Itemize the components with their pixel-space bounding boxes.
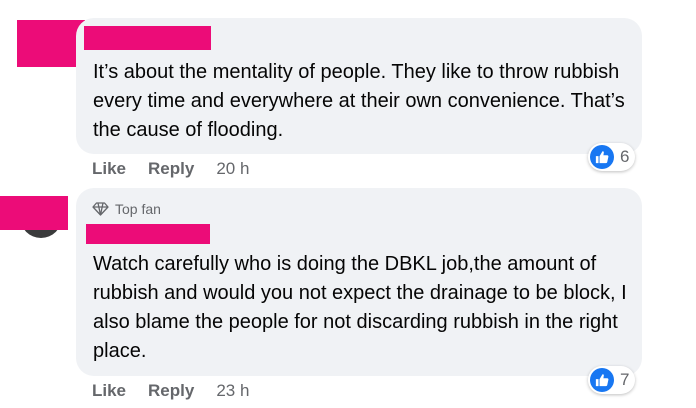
thumbs-up-icon — [590, 368, 614, 392]
comment-actions: Like Reply 23 h — [92, 381, 249, 401]
comment-timestamp[interactable]: 20 h — [216, 159, 249, 179]
redacted-avatar-overlay — [0, 196, 68, 230]
like-button[interactable]: Like — [92, 381, 126, 401]
reply-button[interactable]: Reply — [148, 159, 194, 179]
reaction-summary[interactable]: 6 — [588, 143, 636, 171]
comment-actions: Like Reply 20 h — [92, 159, 249, 179]
comment-timestamp[interactable]: 23 h — [216, 381, 249, 401]
reaction-summary[interactable]: 7 — [588, 366, 636, 394]
redacted-author-name — [86, 224, 210, 244]
top-fan-label: Top fan — [115, 201, 161, 217]
comment-bubble: Top fan Watch carefully who is doing the… — [76, 188, 642, 376]
thumbs-up-icon — [590, 145, 614, 169]
reply-button[interactable]: Reply — [148, 381, 194, 401]
top-fan-badge: Top fan — [92, 201, 161, 217]
reaction-count: 7 — [620, 370, 630, 389]
redacted-author-name — [84, 26, 211, 50]
like-button[interactable]: Like — [92, 159, 126, 179]
comment-text: Watch carefully who is doing the DBKL jo… — [93, 253, 627, 362]
redacted-avatar-overlay — [17, 20, 85, 67]
comment-text: It’s about the mentality of people. They… — [93, 61, 625, 141]
comment-bubble: It’s about the mentality of people. They… — [76, 18, 642, 154]
reaction-count: 6 — [620, 147, 630, 166]
diamond-icon — [92, 202, 109, 216]
